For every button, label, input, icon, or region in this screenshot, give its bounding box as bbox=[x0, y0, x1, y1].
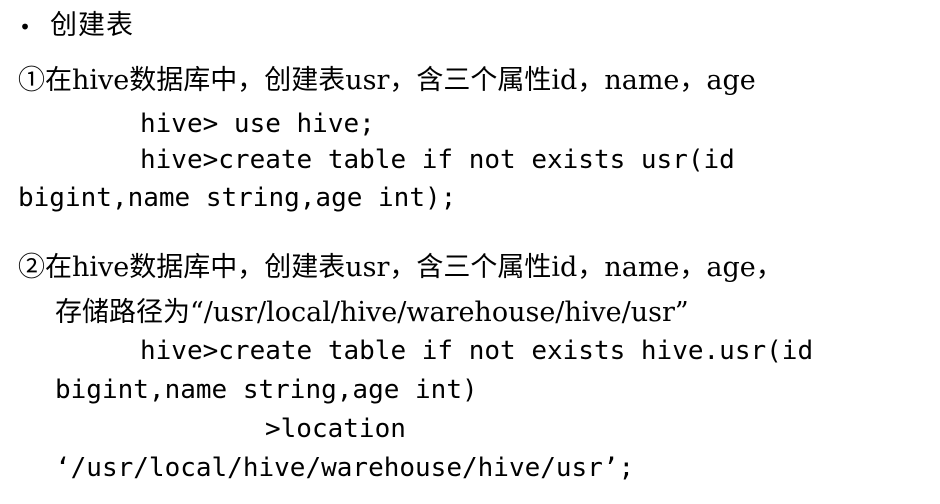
code-line-2-2: bigint,name string,age int) bbox=[55, 371, 940, 409]
code-line-1-2-text: hive>create table if not exists usr(id bbox=[140, 145, 735, 175]
bullet-point-icon: • bbox=[19, 15, 31, 39]
numbered-item-2-subline: 存储路径为“/usr/local/hive/warehouse/hive/usr… bbox=[55, 294, 940, 332]
code-line-1-1-text: hive> use hive; bbox=[140, 109, 375, 139]
numbered-item-1: ①在hive数据库中，创建表usr，含三个属性id，name，age bbox=[18, 62, 940, 100]
bullet-heading: • 创建表 bbox=[0, 6, 134, 47]
numbered-item-2: ②在hive数据库中，创建表usr，含三个属性id，name，age， bbox=[18, 249, 940, 287]
code-line-2-3: >location bbox=[265, 410, 940, 448]
slide-canvas: • 创建表 ①在hive数据库中，创建表usr，含三个属性id，name，age… bbox=[0, 0, 940, 504]
code-line-2-1-text: hive>create table if not exists hive.usr… bbox=[140, 336, 814, 366]
code-line-2-3-text: >location bbox=[265, 414, 406, 444]
numbered-item-2-subline-text: 存储路径为“/usr/local/hive/warehouse/hive/usr… bbox=[55, 297, 689, 328]
code-line-1-2: hive>create table if not exists usr(id bbox=[140, 141, 940, 179]
code-line-2-2-text: bigint,name string,age int) bbox=[55, 375, 478, 405]
code-line-1-3: bigint,name string,age int); bbox=[18, 179, 940, 217]
code-line-2-1: hive>create table if not exists hive.usr… bbox=[140, 332, 940, 370]
code-line-1-1: hive> use hive; bbox=[140, 105, 940, 143]
numbered-item-1-text: ①在hive数据库中，创建表usr，含三个属性id，name，age bbox=[18, 65, 756, 96]
bullet-heading-label: 创建表 bbox=[50, 10, 134, 41]
code-line-2-4: ‘/usr/local/hive/warehouse/hive/usr’; bbox=[55, 449, 940, 487]
numbered-item-2-text: ②在hive数据库中，创建表usr，含三个属性id，name，age， bbox=[18, 252, 783, 283]
code-line-2-4-text: ‘/usr/local/hive/warehouse/hive/usr’; bbox=[55, 453, 635, 483]
code-line-1-3-text: bigint,name string,age int); bbox=[18, 183, 457, 213]
